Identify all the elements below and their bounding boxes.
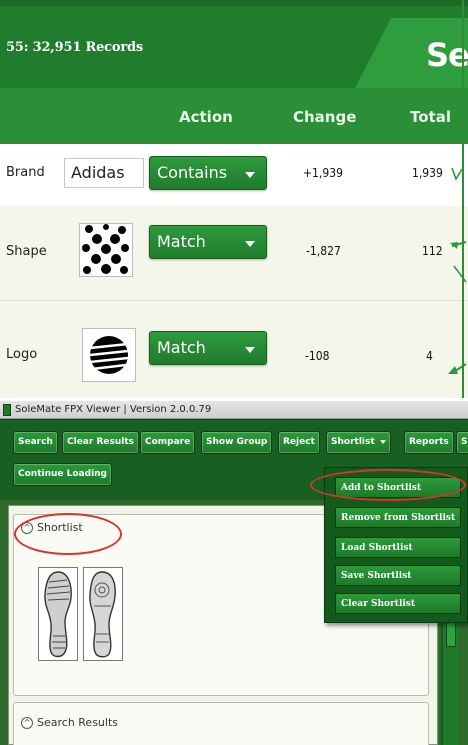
brand-label: Brand: [6, 165, 45, 180]
menu-item-save-shortlist[interactable]: Save Shortlist: [335, 565, 461, 586]
menu-item-clear-shortlist[interactable]: Clear Shortlist: [335, 593, 461, 614]
logo-action-label: Match: [157, 338, 206, 357]
app-icon: [3, 404, 11, 416]
shape-label: Shape: [6, 244, 47, 259]
chevron-down-icon: [379, 439, 386, 444]
compare-button[interactable]: Compare: [140, 431, 196, 454]
search-button[interactable]: Search: [13, 431, 58, 454]
window-title: SoleMate FPX Viewer | Version 2.0.0.79: [15, 404, 212, 415]
adidas-logo-icon: [89, 336, 129, 374]
brand-filter-row: Brand Adidas Contains +1,939 1,939: [0, 144, 468, 206]
search-results-title: Search Results: [37, 716, 119, 729]
show-group-button[interactable]: Show Group: [201, 431, 273, 454]
search-results-section: ^ Search Results: [13, 702, 429, 745]
chevron-down-icon: [245, 347, 255, 353]
shape-filter-row: Shape Match -1,827 112: [0, 206, 468, 300]
records-bar: 55: 32,951 Records Sea: [0, 0, 468, 94]
clear-results-button[interactable]: Clear Results: [62, 431, 139, 454]
search-tab[interactable]: Sea: [352, 18, 468, 94]
brand-action-label: Contains: [157, 163, 228, 182]
dot-pattern-icon: [82, 224, 129, 274]
divider: [462, 0, 464, 398]
records-count: 55: 32,951 Records: [6, 40, 144, 55]
chevron-down-icon: [245, 241, 255, 247]
shape-pattern-thumbnail[interactable]: [79, 223, 133, 277]
shape-action-label: Match: [157, 232, 206, 251]
menu-item-load-shortlist[interactable]: Load Shortlist: [335, 537, 461, 558]
column-header-row: Action Change Total: [0, 88, 468, 144]
shoeprint-icon: [44, 571, 72, 658]
action-column-header: Action: [179, 108, 233, 126]
collapse-chevron-icon: ^: [21, 717, 33, 729]
menu-item-remove-from-shortlist[interactable]: Remove from Shortlist: [335, 507, 461, 528]
logo-filter-row: Logo Match -108 4: [0, 300, 468, 398]
logo-label: Logo: [6, 347, 38, 362]
chevron-down-icon: [245, 172, 255, 178]
shape-change-value: -1,827: [306, 244, 341, 258]
search-filter-panel: 55: 32,951 Records Sea Action Change Tot…: [0, 0, 468, 398]
shoeprint-thumbnail[interactable]: [38, 567, 78, 661]
brand-action-dropdown[interactable]: Contains: [149, 156, 267, 190]
reports-button[interactable]: Reports: [404, 431, 454, 454]
brand-total-value: 1,939: [412, 166, 443, 180]
search-results-header[interactable]: ^ Search Results: [21, 716, 118, 729]
logo-total-value: 4: [426, 349, 433, 363]
shape-action-dropdown[interactable]: Match: [149, 225, 267, 259]
annotation-circle: [14, 513, 122, 555]
truncated-toolbar-button[interactable]: S: [456, 431, 468, 454]
annotation-circle: [310, 469, 466, 501]
shortlist-button-label: Shortlist: [331, 437, 375, 447]
logo-action-dropdown[interactable]: Match: [149, 331, 267, 365]
window-titlebar: SoleMate FPX Viewer | Version 2.0.0.79: [0, 401, 468, 419]
reject-button[interactable]: Reject: [278, 431, 320, 454]
shortlist-dropdown-button[interactable]: Shortlist: [326, 431, 391, 454]
brand-input[interactable]: Adidas: [64, 158, 144, 188]
shoeprint-icon: [89, 571, 116, 658]
shoeprint-thumbnail[interactable]: [83, 567, 123, 661]
continue-loading-button[interactable]: Continue Loading: [13, 463, 113, 486]
total-column-header: Total: [410, 108, 451, 126]
logo-change-value: -108: [305, 349, 330, 363]
solemate-viewer-window: SoleMate FPX Viewer | Version 2.0.0.79 S…: [0, 401, 468, 745]
brand-change-value: +1,939: [303, 166, 343, 180]
change-column-header: Change: [293, 108, 357, 126]
logo-thumbnail[interactable]: [82, 328, 136, 382]
